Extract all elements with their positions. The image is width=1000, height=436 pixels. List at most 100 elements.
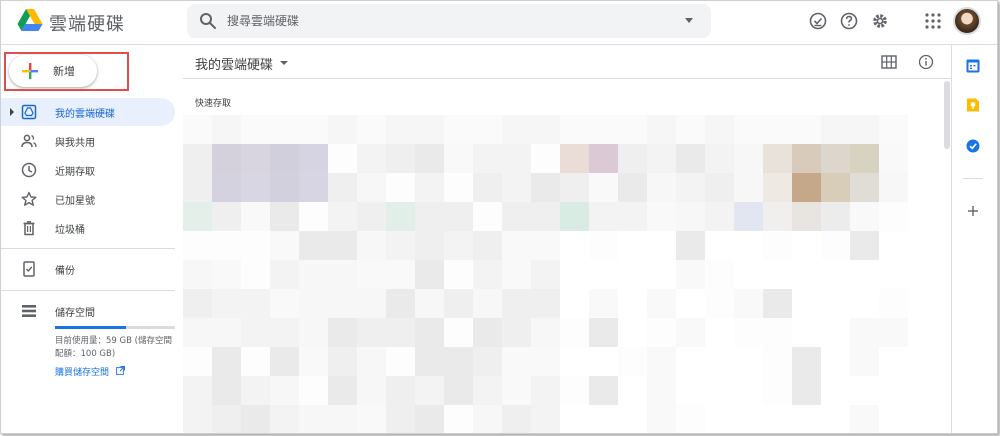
blur-pixel [212, 405, 241, 433]
blur-pixel [241, 173, 270, 202]
blur-pixel [734, 289, 763, 318]
blur-pixel [850, 173, 879, 202]
apps-grid-icon[interactable] [923, 11, 943, 31]
blur-pixel [705, 318, 734, 347]
external-link-icon[interactable] [116, 366, 125, 375]
scroll-thumb[interactable] [944, 81, 950, 149]
chevron-down-icon[interactable] [280, 61, 288, 65]
blur-pixel [357, 289, 386, 318]
blur-pixel [821, 347, 850, 376]
blur-pixel [444, 347, 473, 376]
blur-pixel [879, 289, 908, 318]
blur-pixel [705, 260, 734, 289]
blur-pixel [270, 347, 299, 376]
storage-usage-text: 目前使用量：59 GB (儲存空間配額：100 GB) [55, 336, 172, 359]
buy-storage-link[interactable]: 購買儲存空間 [55, 365, 109, 378]
blur-pixel [705, 173, 734, 202]
blur-pixel [850, 289, 879, 318]
blur-pixel [792, 202, 821, 231]
blur-pixel [850, 376, 879, 405]
expand-caret-icon[interactable] [10, 108, 14, 116]
storage-icon [22, 305, 36, 317]
blur-pixel [705, 202, 734, 231]
search-input[interactable] [227, 4, 657, 38]
blur-pixel [589, 289, 618, 318]
blur-pixel [357, 347, 386, 376]
google-drive-logo-icon[interactable] [17, 8, 43, 32]
keep-icon[interactable] [966, 98, 980, 112]
sidebar-item-storage[interactable]: 儲存空間 [1, 297, 175, 325]
blur-pixel [850, 318, 879, 347]
blur-pixel [531, 347, 560, 376]
blur-pixel [821, 115, 850, 144]
blur-pixel [415, 405, 444, 433]
add-addon-icon[interactable] [965, 203, 981, 219]
search-bar[interactable] [187, 4, 711, 38]
blur-pixel [386, 231, 415, 260]
page-title[interactable]: 我的雲端硬碟 [195, 54, 273, 73]
blur-pixel [328, 144, 357, 173]
blur-pixel [618, 202, 647, 231]
blur-pixel [734, 144, 763, 173]
blur-pixel [241, 318, 270, 347]
blur-pixel [821, 144, 850, 173]
blur-pixel [357, 231, 386, 260]
blur-pixel [386, 115, 415, 144]
help-icon[interactable] [839, 11, 859, 31]
blur-pixel [473, 318, 502, 347]
drive-window: 雲端硬碟 搜尋雲端硬碟 新增 我的雲端硬碟 與我共用 近期存取 已加星號 垃圾桶… [0, 0, 998, 434]
blur-pixel [531, 289, 560, 318]
blur-pixel [850, 347, 879, 376]
blur-pixel [299, 289, 328, 318]
blur-pixel [415, 231, 444, 260]
blur-pixel [415, 318, 444, 347]
blur-pixel [792, 318, 821, 347]
sidebar-item-starred[interactable]: 已加星號 [1, 185, 175, 213]
grid-view-icon[interactable] [881, 55, 897, 69]
blur-pixel [763, 405, 792, 433]
offline-ready-icon[interactable] [808, 11, 828, 31]
blur-pixel [618, 376, 647, 405]
sidebar-item-shared-with-me[interactable]: 與我共用 [1, 127, 175, 155]
storage-usage-fill [55, 326, 126, 329]
sidebar-item-label: 儲存空間 [55, 308, 95, 319]
sidebar-divider [1, 290, 175, 291]
sidebar-item-label: 與我共用 [55, 138, 95, 149]
avatar[interactable] [953, 7, 981, 35]
settings-icon[interactable] [870, 11, 890, 31]
main-content: 我的雲端硬碟 快速存取 [183, 45, 951, 433]
sidebar-item-recent[interactable]: 近期存取 [1, 156, 175, 184]
search-options-caret-icon[interactable] [685, 18, 693, 23]
search-icon[interactable] [199, 12, 217, 30]
blur-pixel [850, 260, 879, 289]
blur-pixel [183, 202, 212, 231]
blur-pixel [560, 173, 589, 202]
sidebar-item-label: 已加星號 [55, 196, 95, 207]
sidebar-divider [1, 248, 175, 249]
sidebar-item-backup[interactable]: 備份 [1, 255, 175, 283]
app-title[interactable]: 雲端硬碟 [49, 10, 125, 36]
calendar-icon[interactable] [966, 59, 980, 73]
scrollbar[interactable] [943, 79, 951, 433]
blur-pixel [821, 260, 850, 289]
blur-pixel [850, 405, 879, 433]
blur-pixel [502, 405, 531, 433]
tasks-icon[interactable] [966, 139, 980, 153]
blur-pixel [589, 318, 618, 347]
info-icon[interactable] [918, 54, 934, 70]
blur-pixel [734, 260, 763, 289]
sidebar-item-trash[interactable]: 垃圾桶 [1, 214, 175, 242]
blur-pixel [444, 289, 473, 318]
blur-pixel [357, 173, 386, 202]
blur-pixel [821, 376, 850, 405]
blur-pixel [357, 144, 386, 173]
blur-pixel [589, 144, 618, 173]
blur-pixel [676, 289, 705, 318]
blur-pixel [386, 144, 415, 173]
sidebar-item-my-drive[interactable]: 我的雲端硬碟 [1, 98, 175, 126]
blur-pixel [676, 405, 705, 433]
blur-pixel [734, 405, 763, 433]
blur-pixel [879, 260, 908, 289]
blur-pixel [879, 376, 908, 405]
blur-pixel [676, 347, 705, 376]
